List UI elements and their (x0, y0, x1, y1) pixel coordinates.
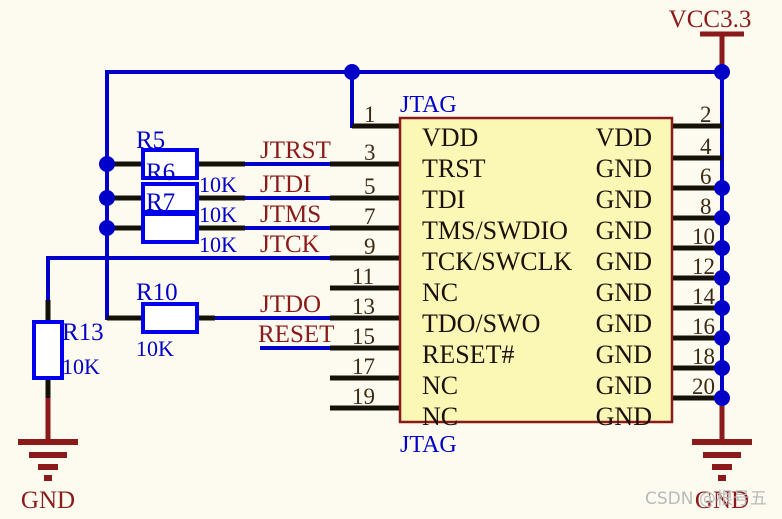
pin-number-19: 19 (352, 384, 375, 409)
pin-name-1: VDD (422, 123, 478, 152)
junction-gnd-pin14 (714, 300, 730, 316)
resistor-r6-designator: R6 (146, 159, 175, 186)
pin-number-12: 12 (692, 254, 715, 279)
pin-number-1: 1 (364, 102, 376, 127)
junction-r6-bus (99, 190, 115, 206)
junction-gnd-pin12 (714, 270, 730, 286)
pin-name-12: GND (596, 278, 652, 307)
resistor-r5-designator: R5 (136, 127, 165, 154)
resistor-r13-body[interactable] (32, 320, 64, 380)
watermark: CSDN @根号五 (645, 489, 767, 509)
pin-name-14: GND (596, 309, 652, 338)
net-label-reset: RESET (258, 321, 334, 348)
pin-name-20: GND (596, 402, 652, 431)
pin-number-11: 11 (352, 264, 374, 289)
pin-name-2: VDD (596, 123, 652, 152)
pin-name-7: TMS/SWDIO (422, 216, 568, 245)
pin-number-14: 14 (692, 284, 716, 309)
resistor-r10-value: 10K (136, 336, 174, 361)
junction-pin1-rail (344, 64, 360, 80)
pin-number-8: 8 (700, 194, 712, 219)
pin-name-5: TDI (422, 185, 465, 214)
resistor-r6-value: 10K (199, 202, 237, 227)
pin-name-18: GND (596, 371, 652, 400)
pin-number-10: 10 (692, 224, 715, 249)
resistor-r10-designator: R10 (136, 279, 178, 306)
pin-number-4: 4 (700, 134, 712, 159)
pin-number-9: 9 (364, 234, 376, 259)
pin-number-3: 3 (364, 140, 376, 165)
pin-number-7: 7 (364, 204, 376, 229)
pin-number-15: 15 (352, 324, 375, 349)
net-label-jtck: JTCK (260, 231, 320, 258)
pin-name-4: GND (596, 154, 652, 183)
pin-name-8: GND (596, 216, 652, 245)
pin-number-6: 6 (700, 164, 712, 189)
junction-r5-bus (99, 156, 115, 172)
resistor-r13-value: 10K (62, 354, 100, 379)
junction-gnd-pin16 (714, 330, 730, 346)
pin-name-10: GND (596, 247, 652, 276)
pin-number-17: 17 (352, 354, 375, 379)
pin-name-13: TDO/SWO (422, 309, 540, 338)
pin-name-9: TCK/SWCLK (422, 247, 572, 276)
gnd-left-label: GND (21, 487, 75, 514)
pin-name-11: NC (422, 278, 458, 307)
pin-name-3: TRST (422, 154, 486, 183)
vcc-label: VCC3.3 (669, 6, 752, 33)
junction-r7-bus (99, 220, 115, 236)
junction-gnd-pin8 (714, 210, 730, 226)
pin-number-13: 13 (352, 294, 375, 319)
part-label-top: JTAG (400, 92, 457, 118)
pin-name-17: NC (422, 371, 458, 400)
junction-gnd-pin18 (714, 360, 730, 376)
resistor-r10-body[interactable] (141, 302, 199, 334)
pin-number-18: 18 (692, 344, 715, 369)
gnd-symbol-right (692, 439, 752, 481)
net-label-jtms: JTMS (260, 201, 321, 228)
net-label-jtdo: JTDO (260, 291, 321, 318)
schematic-canvas: VCC3.3 GND GND JTAG JTAG VDD TRST TDI TM… (18, 6, 767, 514)
pin-name-19: NC (422, 402, 458, 431)
junction-gnd-pin10 (714, 240, 730, 256)
pin-name-16: GND (596, 340, 652, 369)
resistor-r7-value: 10K (199, 232, 237, 257)
pin-number-2: 2 (700, 102, 712, 127)
pin-number-5: 5 (364, 174, 376, 199)
junction-vcc (714, 64, 730, 80)
resistor-r5-value: 10K (199, 172, 237, 197)
pin-name-6: GND (596, 185, 652, 214)
junction-gnd-pin6 (714, 180, 730, 196)
pin-number-20: 20 (692, 374, 715, 399)
junction-gnd-pin20 (714, 390, 730, 406)
resistor-r7-designator: R7 (146, 189, 175, 216)
part-label-bottom: JTAG (400, 432, 457, 458)
pin-number-16: 16 (692, 314, 715, 339)
pin-name-15: RESET# (422, 340, 514, 369)
net-label-jtrst: JTRST (260, 137, 331, 164)
gnd-symbol-left (18, 439, 78, 481)
schematic-sheet: VCC3.3 GND GND JTAG JTAG VDD TRST TDI TM… (0, 0, 782, 519)
resistor-r7-body[interactable] (141, 212, 199, 244)
resistor-r13-designator: R13 (62, 319, 104, 346)
net-label-jtdi: JTDI (260, 171, 311, 198)
